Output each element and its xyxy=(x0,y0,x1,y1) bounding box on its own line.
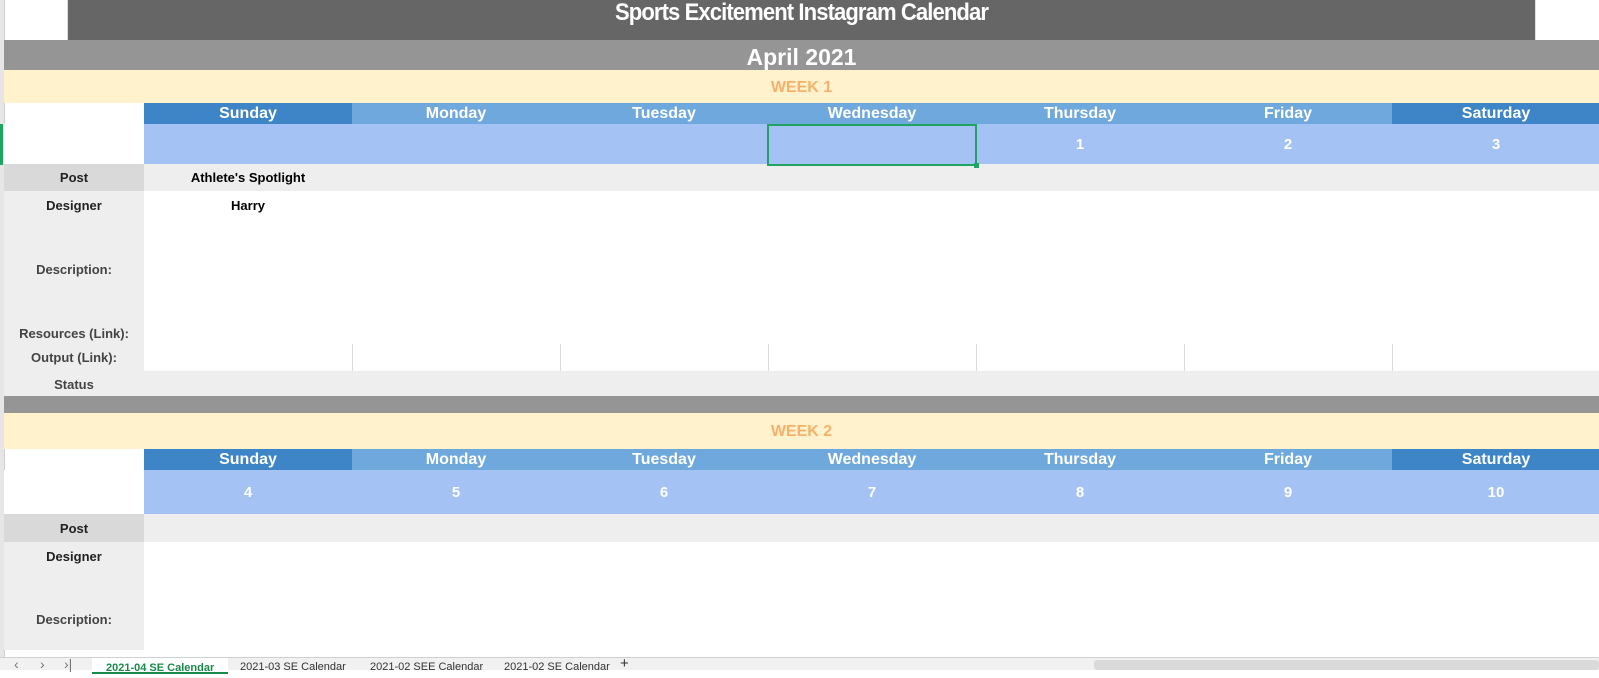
output-cell[interactable] xyxy=(560,344,768,371)
week1-output-row: Output (Link): xyxy=(4,344,1599,371)
week2-day-sunday[interactable]: Sunday xyxy=(144,449,352,470)
scroll-left-icon[interactable]: ‹ xyxy=(14,656,19,672)
week2-date-cell[interactable]: 8 xyxy=(976,470,1184,514)
blank-label-cell[interactable] xyxy=(4,124,144,164)
output-cell[interactable] xyxy=(976,344,1184,371)
week2-day-thursday[interactable]: Thursday xyxy=(976,449,1184,470)
week2-day-wednesday[interactable]: Wednesday xyxy=(768,449,976,470)
sheet-tab-active[interactable]: 2021-04 SE Calendar xyxy=(92,658,229,674)
week1-day-thursday[interactable]: Thursday xyxy=(976,103,1184,124)
designer-label: Designer xyxy=(4,542,144,570)
week1-sunday-post[interactable]: Athlete's Spotlight xyxy=(144,164,352,191)
week1-sunday-designer[interactable]: Harry xyxy=(144,191,352,219)
sheet-tab[interactable]: 2021-02 SE Calendar xyxy=(504,661,610,673)
week1-date-cell[interactable]: 2 xyxy=(1184,124,1392,164)
output-cell[interactable] xyxy=(1392,344,1599,371)
output-cell[interactable] xyxy=(768,344,976,371)
add-sheet-icon[interactable]: + xyxy=(620,655,629,672)
week1-date-cell[interactable]: 1 xyxy=(976,124,1184,164)
designer-label: Designer xyxy=(4,191,144,219)
week1-designer-row: Designer Harry xyxy=(4,191,1599,219)
week2-day-tuesday[interactable]: Tuesday xyxy=(560,449,768,470)
week1-day-tuesday[interactable]: Tuesday xyxy=(560,103,768,124)
week2-date-row: 4 5 6 7 8 9 10 xyxy=(4,470,1599,514)
week1-resources-row: Resources (Link): xyxy=(4,321,1599,344)
spreadsheet-grid[interactable]: Sports Excitement Instagram Calendar Apr… xyxy=(4,0,1599,650)
month-header: April 2021 xyxy=(4,40,1599,70)
output-cell[interactable] xyxy=(352,344,560,371)
week1-day-wednesday[interactable]: Wednesday xyxy=(768,103,976,124)
week1-description-row: Description: xyxy=(4,219,1599,321)
week1-date-cell[interactable] xyxy=(560,124,768,164)
week2-description-row: Description: xyxy=(4,570,1599,650)
description-label: Description: xyxy=(4,570,144,650)
week-separator xyxy=(4,396,1599,413)
post-label: Post xyxy=(4,164,144,191)
week2-date-cell[interactable]: 6 xyxy=(560,470,768,514)
output-cell[interactable] xyxy=(144,344,352,371)
corner-cell[interactable] xyxy=(4,103,144,124)
week1-date-cell[interactable] xyxy=(144,124,352,164)
week1-day-sunday[interactable]: Sunday xyxy=(144,103,352,124)
week1-date-cell[interactable]: 3 xyxy=(1392,124,1599,164)
scroll-right-icon[interactable]: › xyxy=(40,656,45,672)
week1-day-friday[interactable]: Friday xyxy=(1184,103,1392,124)
sheet-tab[interactable]: 2021-02 SEE Calendar xyxy=(370,661,483,673)
status-label: Status xyxy=(54,377,94,392)
week1-date-cell[interactable] xyxy=(352,124,560,164)
calendar-title: Sports Excitement Instagram Calendar xyxy=(67,0,1536,40)
post-label: Post xyxy=(4,514,144,542)
week2-post-row: Post xyxy=(4,514,1599,542)
active-cell-selection[interactable] xyxy=(767,124,979,168)
scroll-last-icon[interactable]: ›| xyxy=(64,656,72,672)
week2-title: WEEK 2 xyxy=(4,413,1599,449)
corner-cell[interactable] xyxy=(4,449,144,470)
week2-date-cell[interactable]: 4 xyxy=(144,470,352,514)
blank-label-cell[interactable] xyxy=(4,470,144,514)
week2-designer-row: Designer xyxy=(4,542,1599,570)
week1-status-row: Status xyxy=(4,371,1599,396)
week2-day-monday[interactable]: Monday xyxy=(352,449,560,470)
week1-day-saturday[interactable]: Saturday xyxy=(1392,103,1599,124)
week1-title: WEEK 1 xyxy=(4,70,1599,103)
week2-date-cell[interactable]: 5 xyxy=(352,470,560,514)
output-label: Output (Link): xyxy=(4,344,144,371)
week2-date-cell[interactable]: 7 xyxy=(768,470,976,514)
week1-post-row: Post Athlete's Spotlight xyxy=(4,164,1599,191)
week2-day-saturday[interactable]: Saturday xyxy=(1392,449,1599,470)
week2-day-header-row: Sunday Monday Tuesday Wednesday Thursday… xyxy=(4,449,1599,470)
resources-label: Resources (Link): xyxy=(4,321,144,344)
week1-day-monday[interactable]: Monday xyxy=(352,103,560,124)
week2-date-cell[interactable]: 9 xyxy=(1184,470,1392,514)
description-label: Description: xyxy=(4,219,144,321)
sheet-tab[interactable]: 2021-03 SE Calendar xyxy=(240,661,346,673)
selected-row-indicator xyxy=(0,124,3,165)
week1-day-header-row: Sunday Monday Tuesday Wednesday Thursday… xyxy=(4,103,1599,124)
sheet-tab-bar: ‹ › ›| 2021-04 SE Calendar 2021-03 SE Ca… xyxy=(0,655,1599,674)
week2-day-friday[interactable]: Friday xyxy=(1184,449,1392,470)
week2-date-cell[interactable]: 10 xyxy=(1392,470,1599,514)
output-cell[interactable] xyxy=(1184,344,1392,371)
